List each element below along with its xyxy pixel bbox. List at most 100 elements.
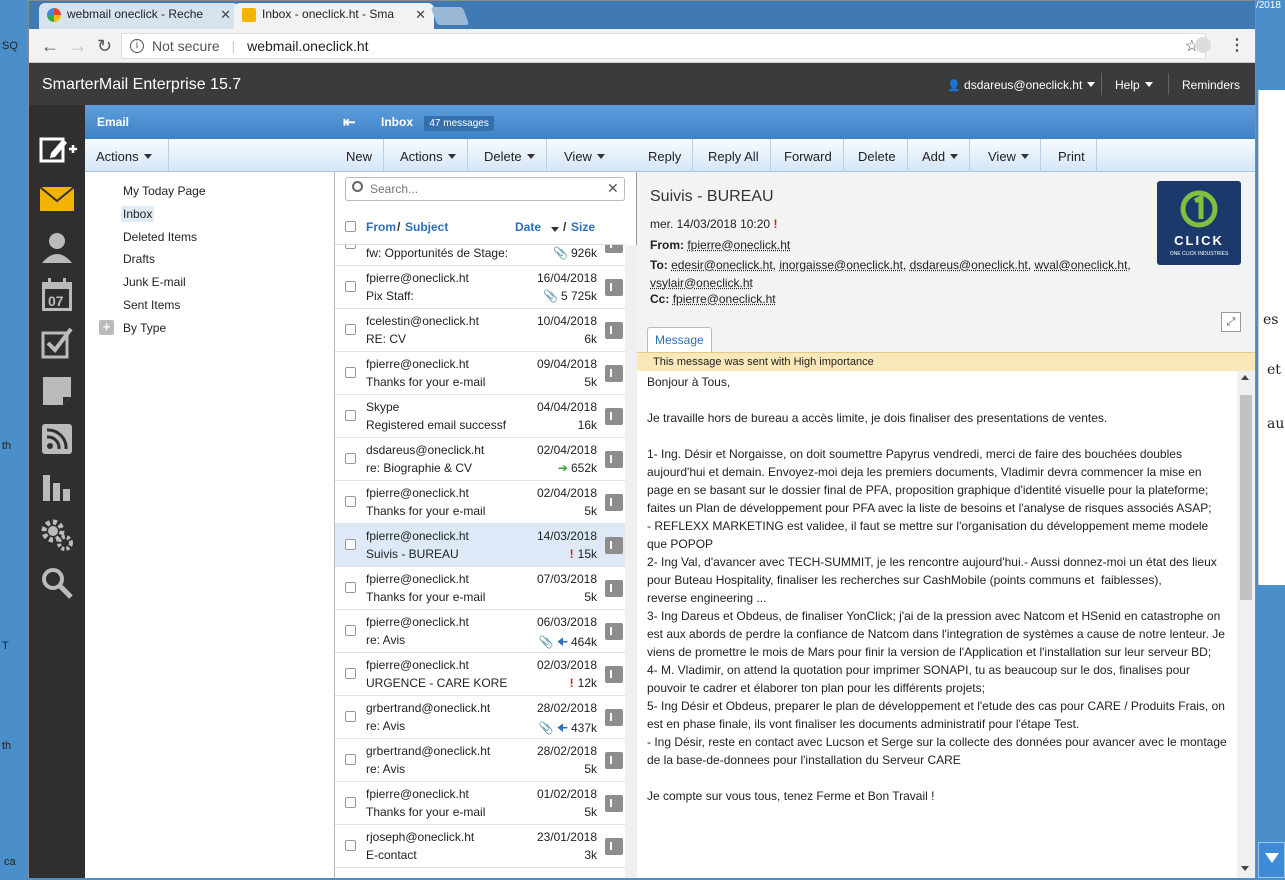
- scroll-up-icon[interactable]: [1241, 375, 1249, 380]
- settings-icon[interactable]: [39, 517, 75, 553]
- menu-icon[interactable]: ⋮: [1229, 35, 1245, 55]
- row-checkbox[interactable]: [345, 281, 356, 292]
- close-tab-icon[interactable]: ✕: [220, 7, 231, 23]
- reminders-link[interactable]: Reminders: [1182, 78, 1240, 92]
- forward-icon[interactable]: →: [69, 36, 87, 57]
- close-tab-icon[interactable]: ✕: [415, 7, 426, 23]
- reply-all-button[interactable]: Reply All: [697, 139, 771, 172]
- to-address[interactable]: inorgaisse@oneclick.ht,: [779, 258, 906, 272]
- reload-icon[interactable]: ↻: [97, 36, 112, 57]
- search-icon[interactable]: [39, 565, 75, 601]
- rss-icon[interactable]: [39, 421, 75, 457]
- expand-icon[interactable]: ⤢: [1221, 312, 1241, 332]
- row-checkbox[interactable]: [345, 453, 356, 464]
- flag-icon[interactable]: [605, 838, 623, 855]
- compose-icon[interactable]: [39, 133, 77, 169]
- flag-icon[interactable]: [605, 451, 623, 468]
- flag-icon[interactable]: [605, 795, 623, 812]
- calendar-icon[interactable]: 07: [39, 277, 75, 313]
- message-row[interactable]: fpierre@oneclick.ht 07/03/2018 Thanks for …: [335, 567, 625, 610]
- scroll-down-icon[interactable]: [1241, 866, 1249, 871]
- folder-my-today-page[interactable]: My Today Page: [121, 183, 208, 199]
- folder-inbox[interactable]: Inbox: [121, 206, 155, 222]
- reader-delete-button[interactable]: Delete: [847, 139, 908, 172]
- folder-drafts[interactable]: Drafts: [121, 251, 157, 267]
- info-icon[interactable]: i: [130, 39, 144, 53]
- tab-message[interactable]: Message: [647, 327, 712, 352]
- message-row[interactable]: fpierre@oneclick.ht 14/03/2018 Suivis - BU…: [335, 524, 625, 567]
- expand-plus-icon[interactable]: +: [99, 320, 114, 335]
- body-scrollbar[interactable]: [1237, 371, 1255, 878]
- inbox-view-button[interactable]: View: [553, 139, 616, 172]
- row-checkbox[interactable]: [345, 668, 356, 679]
- row-checkbox[interactable]: [345, 754, 356, 765]
- new-button[interactable]: New: [335, 139, 385, 172]
- flag-icon[interactable]: [605, 494, 623, 511]
- flag-icon[interactable]: [605, 580, 623, 597]
- reports-icon[interactable]: [39, 469, 75, 505]
- help-menu[interactable]: Help: [1115, 78, 1153, 92]
- print-button[interactable]: Print: [1047, 139, 1097, 172]
- inbox-delete-button[interactable]: Delete: [473, 139, 547, 172]
- message-row[interactable]: fpierre@oneclick.ht 02/03/2018 URGENCE - C…: [335, 653, 625, 696]
- message-row[interactable]: fpierre@oneclick.ht 16/04/2018 Pix Staff: 📎…: [335, 266, 625, 309]
- message-row[interactable]: fpierre@oneclick.ht 09/04/2018 Thanks for …: [335, 352, 625, 395]
- row-checkbox[interactable]: [345, 496, 356, 507]
- tasks-icon[interactable]: [39, 325, 75, 361]
- row-checkbox[interactable]: [345, 625, 356, 636]
- add-button[interactable]: Add: [911, 139, 971, 172]
- flag-icon[interactable]: [605, 279, 623, 296]
- to-address[interactable]: edesir@oneclick.ht,: [671, 258, 776, 272]
- from-address[interactable]: fpierre@oneclick.ht: [687, 238, 790, 252]
- row-checkbox[interactable]: [345, 582, 356, 593]
- message-row[interactable]: fpierre@oneclick.ht 02/04/2018 Thanks for …: [335, 481, 625, 524]
- sort-size[interactable]: Size: [571, 220, 595, 234]
- to-address[interactable]: vsylair@oneclick.ht: [650, 276, 753, 290]
- message-row[interactable]: fw: Opportunités de Stage: 📎 926k: [335, 245, 625, 266]
- flag-icon[interactable]: [605, 666, 623, 683]
- collapse-panel-icon[interactable]: ⇤: [343, 113, 356, 131]
- message-row[interactable]: rjoseph@oneclick.ht 23/01/2018 E-contact 3k: [335, 825, 625, 868]
- cc-address[interactable]: fpierre@oneclick.ht: [673, 292, 776, 306]
- flag-icon[interactable]: [605, 322, 623, 339]
- flag-icon[interactable]: [605, 623, 623, 640]
- browser-tab-inbox[interactable]: Inbox - oneclick.ht - Sma ✕: [234, 3, 434, 29]
- flag-icon[interactable]: [605, 245, 623, 253]
- message-row[interactable]: fcelestin@oneclick.ht 10/04/2018 RE: CV 6k: [335, 309, 625, 352]
- url-field[interactable]: i Not secure | webmail.oneclick.ht ☆: [121, 33, 1206, 59]
- search-input[interactable]: Search...: [345, 177, 625, 201]
- flag-icon[interactable]: [605, 408, 623, 425]
- scroll-thumb[interactable]: [1240, 395, 1252, 600]
- scroll-down-widget[interactable]: [1258, 842, 1285, 878]
- to-address[interactable]: wval@oneclick.ht,: [1035, 258, 1131, 272]
- folder-deleted-items[interactable]: Deleted Items: [121, 229, 199, 245]
- message-row[interactable]: fpierre@oneclick.ht 01/02/2018 Thanks for …: [335, 782, 625, 825]
- notes-icon[interactable]: [39, 373, 75, 409]
- reader-view-button[interactable]: View: [977, 139, 1041, 172]
- flag-icon[interactable]: [605, 752, 623, 769]
- reply-button[interactable]: Reply: [637, 139, 694, 172]
- select-all-checkbox[interactable]: [345, 221, 356, 232]
- row-checkbox[interactable]: [345, 711, 356, 722]
- row-checkbox[interactable]: [345, 245, 356, 249]
- sort-subject[interactable]: Subject: [405, 220, 448, 234]
- folders-actions-button[interactable]: Actions: [85, 139, 169, 172]
- extension-icon[interactable]: [1195, 37, 1211, 53]
- row-checkbox[interactable]: [345, 797, 356, 808]
- contacts-icon[interactable]: [39, 229, 75, 265]
- message-row[interactable]: dsdareus@oneclick.ht 02/04/2018 re: Biogra…: [335, 438, 625, 481]
- flag-icon[interactable]: [605, 365, 623, 382]
- folder-junk-email[interactable]: Junk E-mail: [121, 274, 188, 290]
- to-address[interactable]: dsdareus@oneclick.ht,: [910, 258, 1032, 272]
- inbox-actions-button[interactable]: Actions: [389, 139, 468, 172]
- sort-date[interactable]: Date: [515, 220, 541, 234]
- message-row[interactable]: grbertrand@oneclick.ht 28/02/2018 re: Avis…: [335, 696, 625, 739]
- sort-from[interactable]: From: [366, 220, 396, 234]
- message-row[interactable]: fpierre@oneclick.ht 06/03/2018 re: Avis 📎 🠈 4…: [335, 610, 625, 653]
- browser-tab-search[interactable]: webmail oneclick - Reche ✕: [39, 3, 239, 29]
- row-checkbox[interactable]: [345, 840, 356, 851]
- new-tab-button[interactable]: [430, 7, 470, 25]
- flag-icon[interactable]: [605, 537, 623, 554]
- folder-sent-items[interactable]: Sent Items: [121, 297, 182, 313]
- list-scrollbar[interactable]: [625, 245, 637, 878]
